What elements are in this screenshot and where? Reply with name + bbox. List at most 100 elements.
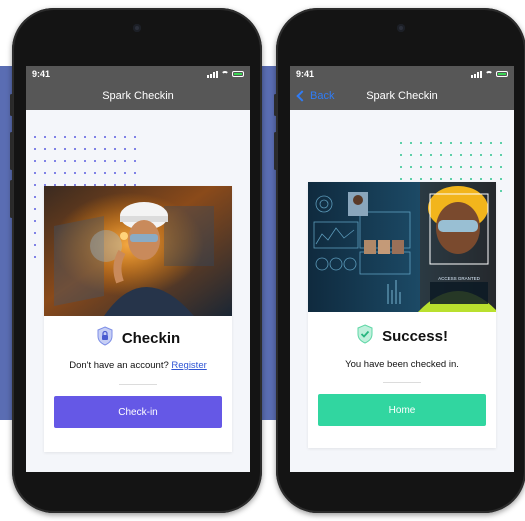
dot <box>94 148 96 150</box>
dot <box>400 166 402 168</box>
dot <box>430 142 432 144</box>
dot <box>44 136 46 138</box>
dot <box>114 136 116 138</box>
dot <box>74 136 76 138</box>
dot <box>74 172 76 174</box>
dot <box>134 136 136 138</box>
dot <box>500 154 502 156</box>
dot <box>500 178 502 180</box>
dot <box>104 148 106 150</box>
dot <box>460 166 462 168</box>
dot <box>44 160 46 162</box>
dot <box>430 178 432 180</box>
dot <box>44 172 46 174</box>
dot <box>134 148 136 150</box>
dot <box>84 172 86 174</box>
dot <box>34 172 36 174</box>
dot <box>54 136 56 138</box>
dot <box>124 136 126 138</box>
dot <box>490 178 492 180</box>
dot <box>74 160 76 162</box>
dot <box>34 148 36 150</box>
dot <box>34 196 36 198</box>
dot <box>430 154 432 156</box>
dot <box>430 166 432 168</box>
dot <box>94 160 96 162</box>
dot <box>84 148 86 150</box>
dot <box>440 154 442 156</box>
dot <box>450 142 452 144</box>
back-button[interactable]: Back <box>296 82 334 110</box>
screen-success: 9:41 Back Spark Checkin ACCESS GRANTED S… <box>290 66 514 472</box>
dot <box>54 148 56 150</box>
dot <box>54 172 56 174</box>
dot <box>34 160 36 162</box>
dot <box>400 178 402 180</box>
battery-icon <box>496 71 508 77</box>
dot <box>34 208 36 210</box>
dot <box>420 178 422 180</box>
nav-bar: Spark Checkin <box>26 82 250 110</box>
dot <box>420 154 422 156</box>
dot <box>500 190 502 192</box>
dot <box>500 142 502 144</box>
dot <box>440 166 442 168</box>
dot <box>64 148 66 150</box>
signal-icon <box>207 70 218 78</box>
status-icons <box>207 70 244 78</box>
status-time: 9:41 <box>296 69 315 79</box>
dot <box>114 148 116 150</box>
dot <box>84 160 86 162</box>
prompt-text: Don't have an account? <box>69 360 169 371</box>
chevron-left-icon <box>296 90 308 102</box>
status-bar: 9:41 <box>26 66 250 82</box>
dot <box>94 136 96 138</box>
home-button-label: Home <box>388 404 416 416</box>
dot <box>104 136 106 138</box>
checkin-button[interactable]: Check-in <box>54 396 222 428</box>
dot <box>480 166 482 168</box>
dot <box>420 166 422 168</box>
signal-icon <box>471 70 482 78</box>
dot <box>54 160 56 162</box>
back-label: Back <box>310 90 335 102</box>
dot <box>64 136 66 138</box>
success-card: ACCESS GRANTED Success! You have been ch… <box>308 182 496 448</box>
worker-hardhat-photo <box>44 186 232 316</box>
volume-down-button <box>10 180 13 218</box>
dot <box>420 142 422 144</box>
mute-switch <box>274 94 277 116</box>
register-link[interactable]: Register <box>171 360 206 371</box>
nav-bar: Back Spark Checkin <box>290 82 514 110</box>
dot <box>480 142 482 144</box>
dot <box>34 256 36 258</box>
face-scan-photo: ACCESS GRANTED <box>308 182 496 312</box>
card-title-row: Checkin <box>44 326 232 351</box>
volume-up-button <box>274 132 277 170</box>
divider <box>383 382 421 383</box>
card-title: Checkin <box>121 330 181 347</box>
dot <box>134 160 136 162</box>
checked-in-message: You have been checked in. <box>345 359 459 370</box>
dot <box>134 172 136 174</box>
home-button[interactable]: Home <box>318 394 486 426</box>
divider <box>119 384 157 385</box>
dot <box>400 142 402 144</box>
shield-check-icon <box>356 324 374 349</box>
wifi-icon <box>221 71 229 77</box>
dot <box>410 154 412 156</box>
front-camera <box>397 24 405 32</box>
register-prompt: Don't have an account? Register <box>44 360 232 371</box>
dot <box>410 178 412 180</box>
status-icons <box>471 70 508 78</box>
phone-left: 9:41 Spark Checkin Checkin Don't have an… <box>10 8 262 513</box>
dot <box>34 136 36 138</box>
dot <box>470 166 472 168</box>
dot <box>84 136 86 138</box>
dot <box>124 172 126 174</box>
dot <box>480 154 482 156</box>
nav-title: Spark Checkin <box>366 90 438 102</box>
dot <box>490 166 492 168</box>
shield-lock-icon <box>96 326 114 351</box>
dot <box>74 148 76 150</box>
